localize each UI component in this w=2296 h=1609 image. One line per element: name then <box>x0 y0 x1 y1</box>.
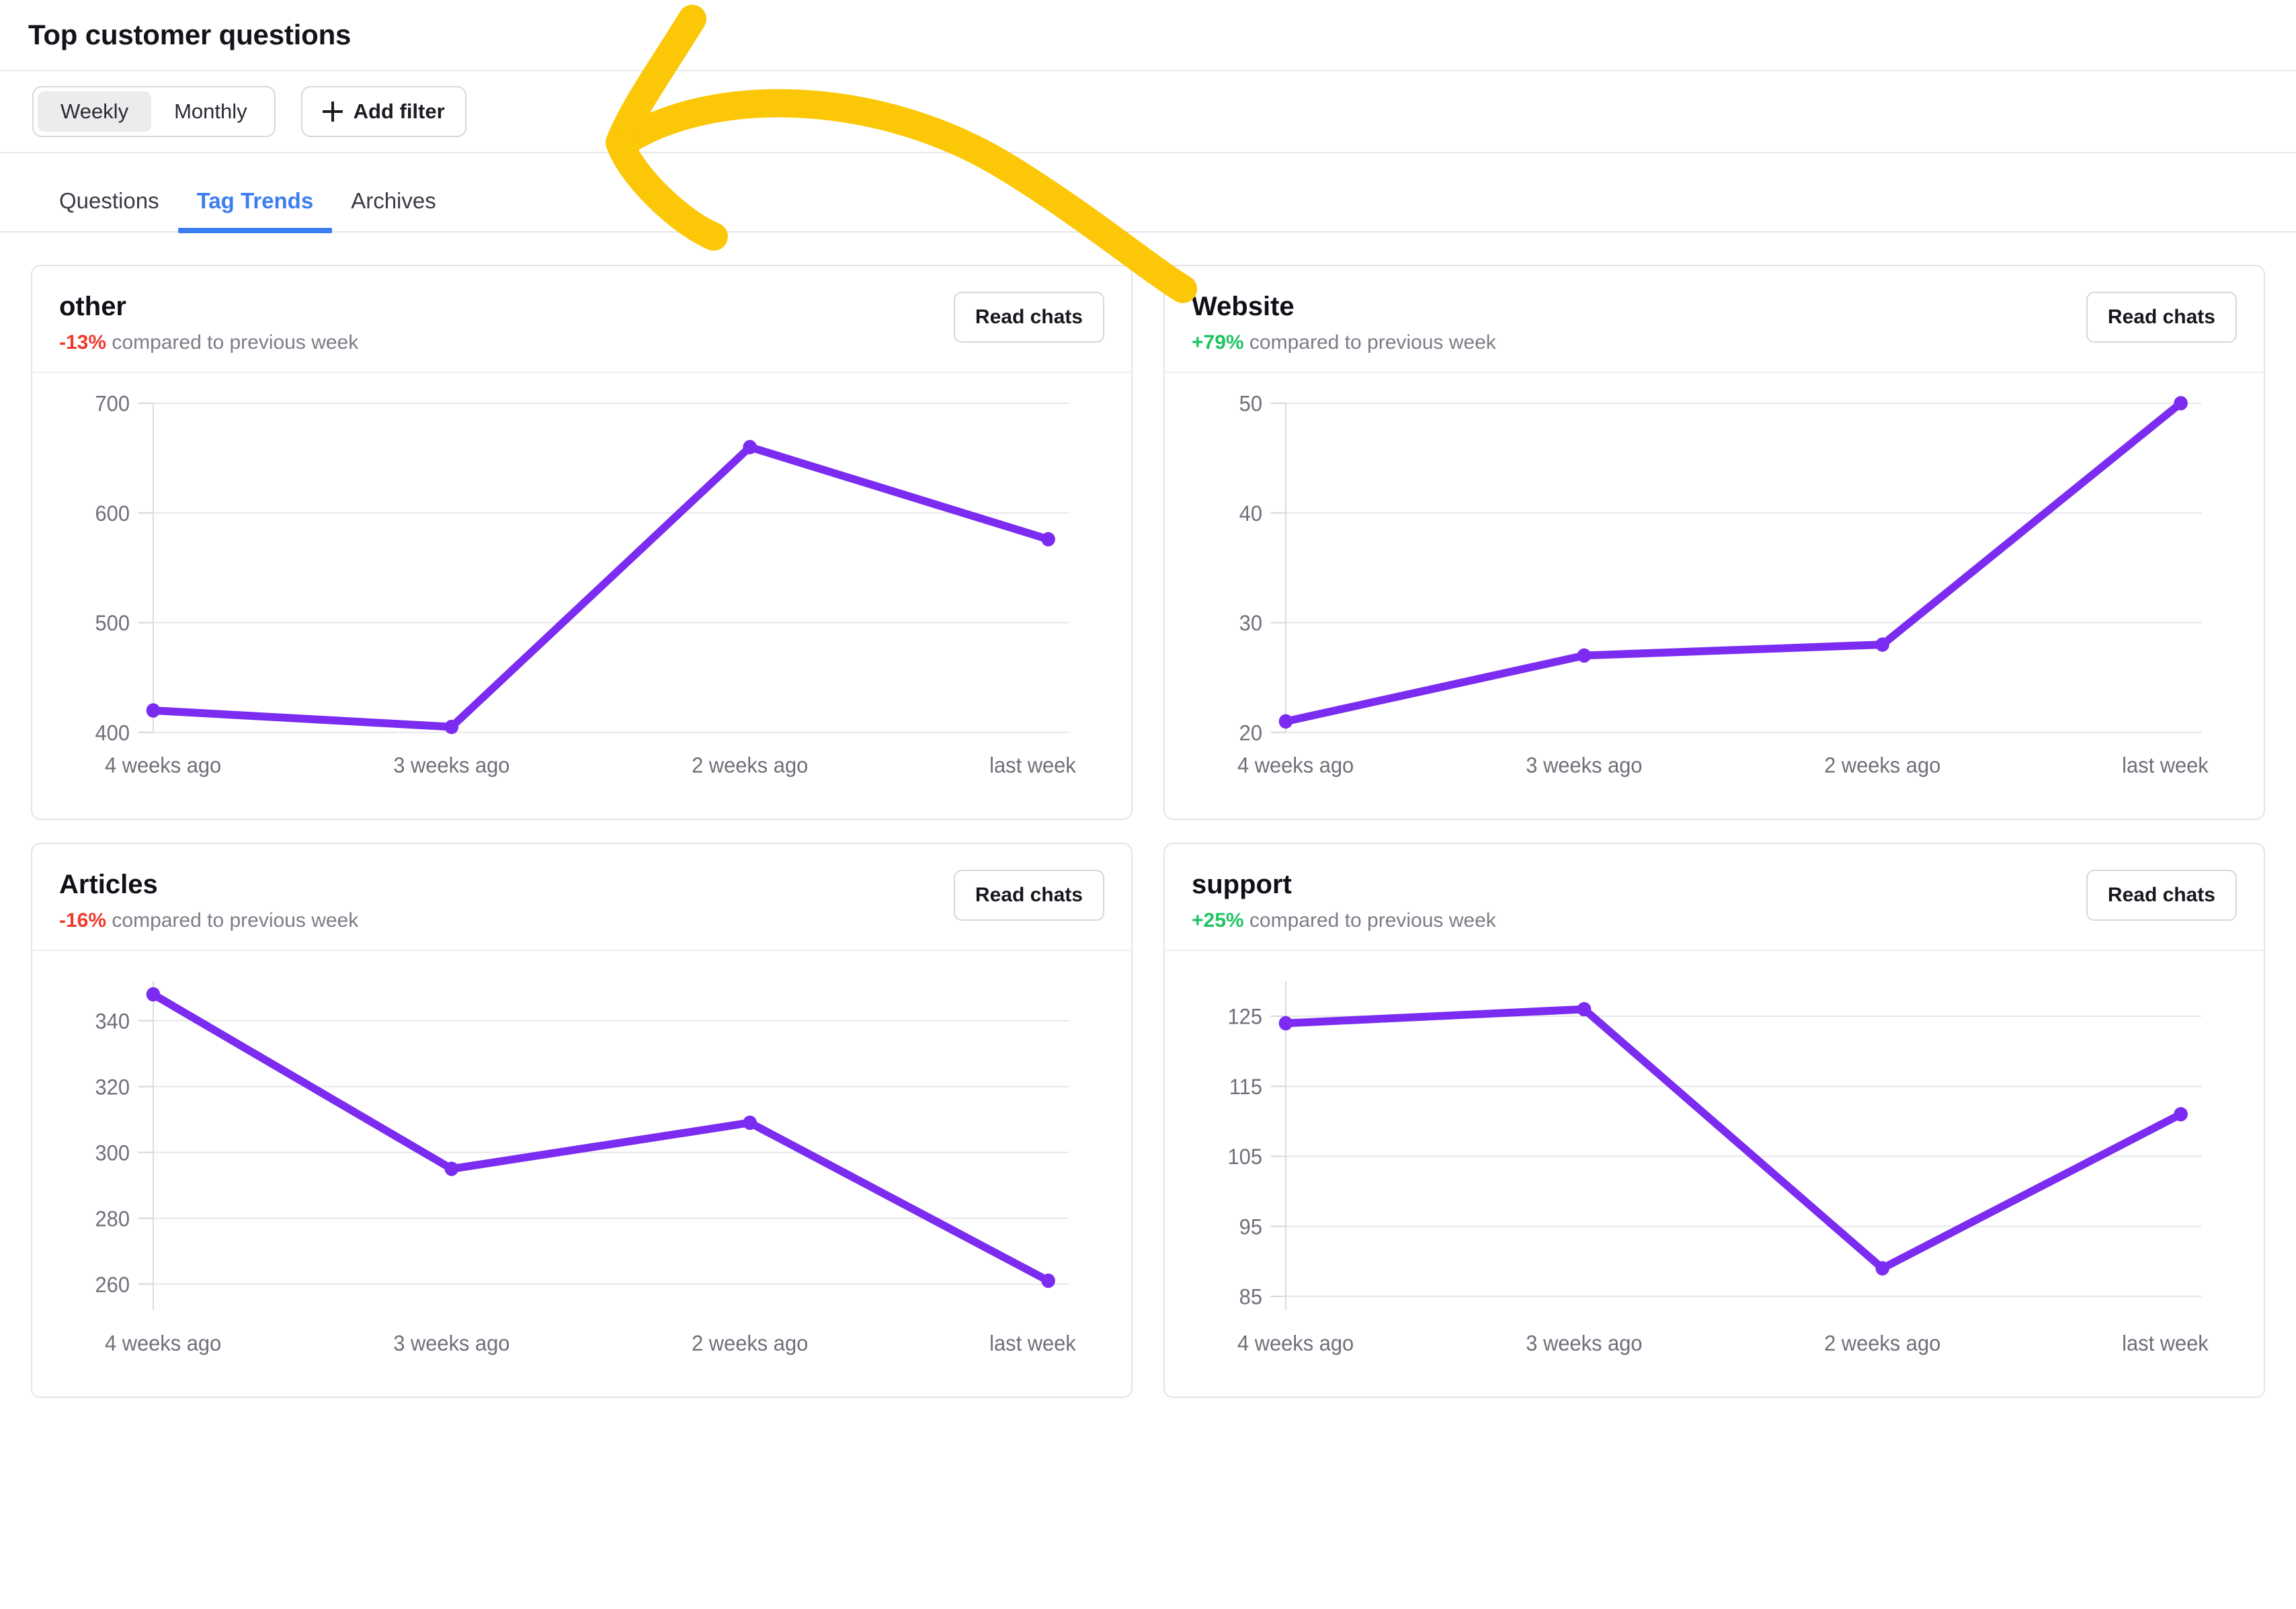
svg-text:95: 95 <box>1239 1215 1262 1239</box>
svg-text:2 weeks ago: 2 weeks ago <box>692 1331 808 1356</box>
svg-text:700: 700 <box>95 392 130 416</box>
svg-text:85: 85 <box>1239 1285 1262 1309</box>
svg-text:3 weeks ago: 3 weeks ago <box>393 753 509 778</box>
svg-text:125: 125 <box>1228 1005 1262 1029</box>
add-filter-button[interactable]: Add filter <box>300 86 466 137</box>
card-heading-text: support +25% compared to previous week <box>1192 870 1496 932</box>
delta-compare-text: compared to previous week <box>112 909 359 932</box>
read-chats-button[interactable]: Read chats <box>2086 870 2237 921</box>
svg-text:4 weeks ago: 4 weeks ago <box>1237 753 1354 778</box>
svg-text:3 weeks ago: 3 weeks ago <box>393 1331 509 1356</box>
app-root: Top customer questions Weekly Monthly Ad… <box>0 0 2296 1609</box>
svg-text:4 weeks ago: 4 weeks ago <box>105 753 221 778</box>
svg-text:last week: last week <box>989 753 1076 778</box>
card-subtitle: +79% compared to previous week <box>1192 331 1496 354</box>
tag-trend-card-website: Website +79% compared to previous week R… <box>1163 265 2265 820</box>
tag-trend-card-support: support +25% compared to previous week R… <box>1163 843 2265 1398</box>
line-chart-support: 85 95 105 115 125 4 weeks ago 3 weeks ago 2 wee… <box>1165 951 2264 1397</box>
svg-text:2 weeks ago: 2 weeks ago <box>1824 753 1940 778</box>
page-header: Top customer questions <box>0 0 2296 71</box>
card-title: Website <box>1192 292 1295 321</box>
card-header: Website +79% compared to previous week R… <box>1165 266 2264 373</box>
line-chart-other: 400 500 600 700 4 weeks ago 3 weeks ago 2 week… <box>32 373 1131 819</box>
card-title: support <box>1192 870 1292 899</box>
card-header: support +25% compared to previous week R… <box>1165 844 2264 951</box>
tag-trend-card-other: other -13% compared to previous week Rea… <box>31 265 1133 820</box>
tab-tag-trends[interactable]: Tag Trends <box>177 188 333 233</box>
svg-text:320: 320 <box>95 1075 130 1100</box>
period-weekly-button[interactable]: Weekly <box>38 91 152 132</box>
tab-archives[interactable]: Archives <box>332 188 455 231</box>
svg-text:40: 40 <box>1239 501 1262 526</box>
line-chart-website: 20 30 40 50 4 weeks ago 3 weeks ago 2 weeks ag… <box>1165 373 2264 819</box>
read-chats-button[interactable]: Read chats <box>953 870 1104 921</box>
svg-text:3 weeks ago: 3 weeks ago <box>1526 1331 1642 1356</box>
card-heading-text: Website +79% compared to previous week <box>1192 292 1496 354</box>
card-title: other <box>59 292 126 321</box>
tag-trend-card-articles: Articles -16% compared to previous week … <box>31 843 1133 1398</box>
card-header: Articles -16% compared to previous week … <box>32 844 1131 951</box>
card-subtitle: -16% compared to previous week <box>59 909 358 932</box>
period-segmented-control[interactable]: Weekly Monthly <box>32 86 276 137</box>
line-chart-articles: 260 280 300 320 340 4 weeks ago 3 weeks ago 2 w… <box>32 951 1131 1397</box>
svg-text:last week: last week <box>2122 1331 2209 1356</box>
delta-badge: -13% <box>59 331 107 354</box>
card-heading-text: Articles -16% compared to previous week <box>59 870 358 932</box>
page-title: Top customer questions <box>28 19 352 50</box>
plus-icon <box>322 101 343 122</box>
svg-text:105: 105 <box>1228 1145 1262 1169</box>
svg-text:2 weeks ago: 2 weeks ago <box>1824 1331 1940 1356</box>
card-subtitle: -13% compared to previous week <box>59 331 358 354</box>
card-heading-text: other -13% compared to previous week <box>59 292 358 354</box>
card-header: other -13% compared to previous week Rea… <box>32 266 1131 373</box>
svg-text:260: 260 <box>95 1273 130 1297</box>
tag-trend-card-grid: other -13% compared to previous week Rea… <box>0 233 2296 1398</box>
svg-text:2 weeks ago: 2 weeks ago <box>692 753 808 778</box>
read-chats-button[interactable]: Read chats <box>2086 292 2237 343</box>
svg-text:50: 50 <box>1239 392 1262 416</box>
add-filter-label: Add filter <box>353 99 445 123</box>
card-title: Articles <box>59 870 158 899</box>
delta-badge: -16% <box>59 909 107 932</box>
filter-bar: Weekly Monthly Add filter <box>0 71 2296 153</box>
svg-text:last week: last week <box>2122 753 2209 778</box>
svg-text:300: 300 <box>95 1141 130 1165</box>
delta-compare-text: compared to previous week <box>1249 909 1496 932</box>
tab-questions[interactable]: Questions <box>40 188 178 231</box>
svg-text:400: 400 <box>95 721 130 745</box>
svg-text:3 weeks ago: 3 weeks ago <box>1526 753 1642 778</box>
svg-text:4 weeks ago: 4 weeks ago <box>105 1331 221 1356</box>
delta-compare-text: compared to previous week <box>1249 331 1496 354</box>
svg-text:500: 500 <box>95 612 130 636</box>
delta-badge: +25% <box>1192 909 1244 932</box>
period-monthly-button[interactable]: Monthly <box>151 91 270 132</box>
delta-badge: +79% <box>1192 331 1244 354</box>
tab-bar: Questions Tag Trends Archives <box>0 153 2296 233</box>
svg-text:4 weeks ago: 4 weeks ago <box>1237 1331 1354 1356</box>
svg-text:30: 30 <box>1239 612 1262 636</box>
svg-text:20: 20 <box>1239 721 1262 745</box>
card-subtitle: +25% compared to previous week <box>1192 909 1496 932</box>
read-chats-button[interactable]: Read chats <box>953 292 1104 343</box>
svg-text:340: 340 <box>95 1009 130 1034</box>
svg-text:115: 115 <box>1229 1075 1262 1099</box>
delta-compare-text: compared to previous week <box>112 331 359 354</box>
svg-text:last week: last week <box>989 1331 1076 1356</box>
svg-text:280: 280 <box>95 1207 130 1231</box>
svg-text:600: 600 <box>95 501 130 526</box>
